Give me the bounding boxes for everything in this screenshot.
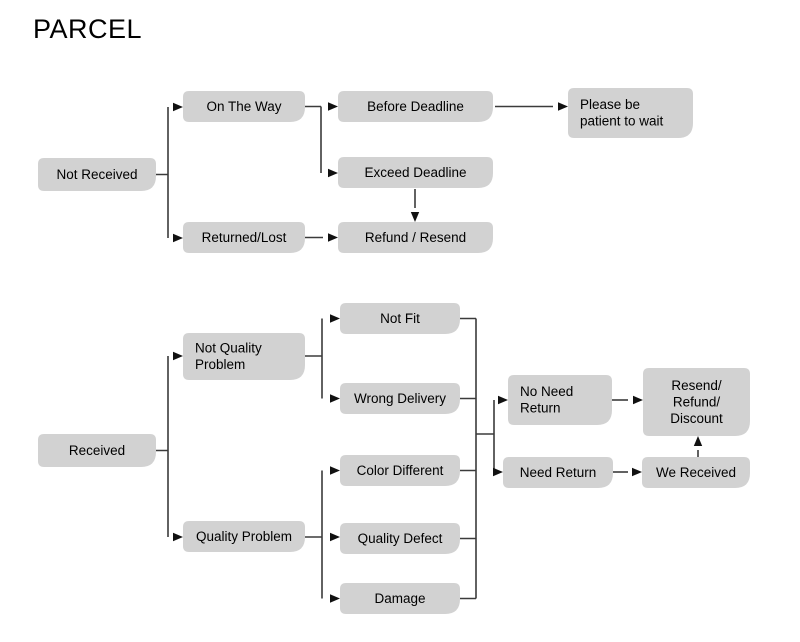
node-resend-refund-discount[interactable]: Resend/Refund/Discount — [643, 368, 750, 436]
parcel-flowchart: Not Received On The Way Returned/Lost Befor… — [38, 88, 750, 614]
node-label-line: Damage — [374, 591, 425, 606]
node-label-line: Return — [520, 401, 561, 416]
node-label-line: patient to wait — [580, 114, 664, 129]
node-before-deadline[interactable]: Before Deadline — [338, 91, 493, 122]
connector-returned-to-refund — [305, 233, 338, 242]
node-label-quality-defect: Quality Defect — [358, 531, 443, 546]
connector-before-to-wait — [495, 102, 568, 111]
node-label-wrong-delivery: Wrong Delivery — [354, 391, 446, 406]
node-not-received[interactable]: Not Received — [38, 158, 156, 191]
node-damage[interactable]: Damage — [340, 583, 460, 614]
node-label-line: Received — [69, 443, 125, 458]
node-layer: Not Received On The Way Returned/Lost Befor… — [38, 88, 750, 614]
arrowhead-icon — [633, 395, 643, 405]
node-label-line: Refund / Resend — [365, 230, 466, 245]
connector-line — [305, 355, 323, 399]
arrowhead-icon — [632, 467, 642, 477]
arrowhead-icon — [173, 102, 183, 112]
node-label-resend-refund-discount: Resend/Refund/Discount — [670, 378, 723, 426]
connector-line — [460, 317, 495, 600]
connector-qp-fanout — [305, 466, 340, 603]
connector-line — [156, 356, 169, 537]
connector-on-the-way-fanout — [305, 102, 338, 178]
arrowhead-icon — [330, 394, 340, 403]
node-label-not-received: Not Received — [56, 167, 137, 182]
node-label-received: Received — [69, 443, 125, 458]
arrowhead-icon — [330, 532, 340, 542]
node-quality-defect[interactable]: Quality Defect — [340, 523, 460, 554]
arrowhead-icon — [493, 467, 503, 477]
arrowhead-icon — [328, 168, 338, 178]
connector-line — [156, 107, 169, 238]
arrowhead-icon — [173, 233, 183, 243]
node-no-need-return[interactable]: No Need Return — [508, 375, 612, 425]
node-label-color-different: Color Different — [357, 463, 444, 478]
connector-line — [305, 105, 322, 173]
node-on-the-way[interactable]: On The Way — [183, 91, 305, 122]
node-label-quality-problem: Quality Problem — [196, 529, 292, 544]
node-label-refund-resend: Refund / Resend — [365, 230, 466, 245]
arrowhead-icon — [498, 395, 508, 405]
node-label-line: Quality Defect — [358, 531, 443, 546]
node-label-line: Please be — [580, 97, 640, 112]
node-returned-lost[interactable]: Returned/Lost — [183, 222, 305, 253]
node-label-line: Not Quality — [195, 341, 262, 356]
arrowhead-icon — [330, 594, 340, 603]
arrowhead-icon — [410, 212, 420, 222]
arrowhead-icon — [173, 532, 183, 542]
node-label-returned-lost: Returned/Lost — [202, 230, 287, 245]
node-label-exceed-deadline: Exceed Deadline — [364, 165, 466, 180]
node-label-line: We Received — [656, 465, 736, 480]
connector-line — [305, 470, 323, 599]
node-label-need-return: Need Return — [520, 465, 597, 480]
node-label-line: Exceed Deadline — [364, 165, 466, 180]
connector-we-received-to-resend — [693, 436, 703, 457]
node-label-line: On The Way — [206, 99, 281, 114]
arrowhead-icon — [173, 351, 183, 361]
arrowhead-icon — [328, 233, 338, 242]
node-label-line: Returned/Lost — [202, 230, 287, 245]
connector-not-received-fanout — [156, 102, 183, 243]
connector-nr-to-we-received — [613, 467, 642, 477]
node-color-different[interactable]: Color Different — [340, 455, 460, 486]
arrowhead-icon — [330, 466, 340, 475]
node-label-line: Not Received — [56, 167, 137, 182]
arrowhead-icon — [693, 436, 703, 446]
node-label-line: Refund/ — [673, 394, 721, 409]
arrowhead-icon — [330, 314, 340, 323]
flowchart-canvas: PARCEL Not Received On The Way Returned/Lo… — [0, 0, 800, 642]
node-label-line: Not Fit — [380, 311, 420, 326]
node-label-damage: Damage — [374, 591, 425, 606]
node-label-line: Discount — [670, 411, 723, 426]
node-wrong-delivery[interactable]: Wrong Delivery — [340, 383, 460, 414]
connector-received-fanout — [156, 351, 183, 542]
node-not-quality-problem[interactable]: Not Quality Problem — [183, 333, 305, 380]
arrowhead-icon — [558, 102, 568, 111]
arrowhead-icon — [328, 102, 338, 111]
node-we-received[interactable]: We Received — [642, 457, 750, 488]
node-received[interactable]: Received — [38, 434, 156, 467]
connector-exceed-to-refund — [410, 189, 420, 222]
node-label-line: No Need — [520, 384, 573, 399]
node-label-line: Wrong Delivery — [354, 391, 446, 406]
node-exceed-deadline[interactable]: Exceed Deadline — [338, 157, 493, 188]
node-label-on-the-way: On The Way — [206, 99, 281, 114]
connector-nnr-to-resend — [612, 395, 643, 405]
node-label-line: Need Return — [520, 465, 597, 480]
node-quality-problem[interactable]: Quality Problem — [183, 521, 305, 552]
page-title: PARCEL — [33, 14, 143, 44]
node-not-fit[interactable]: Not Fit — [340, 303, 460, 334]
node-need-return[interactable]: Need Return — [503, 457, 613, 488]
connector-right-bus — [460, 317, 508, 600]
node-label-line: Quality Problem — [196, 529, 292, 544]
node-label-line: Before Deadline — [367, 99, 464, 114]
node-label-line: Color Different — [357, 463, 444, 478]
node-please-wait[interactable]: Please be patient to wait — [568, 88, 693, 138]
node-refund-resend[interactable]: Refund / Resend — [338, 222, 493, 253]
node-label-not-fit: Not Fit — [380, 311, 420, 326]
node-label-line: Resend/ — [671, 378, 722, 393]
node-label-before-deadline: Before Deadline — [367, 99, 464, 114]
node-label-line: Problem — [195, 357, 245, 372]
node-label-we-received: We Received — [656, 465, 736, 480]
